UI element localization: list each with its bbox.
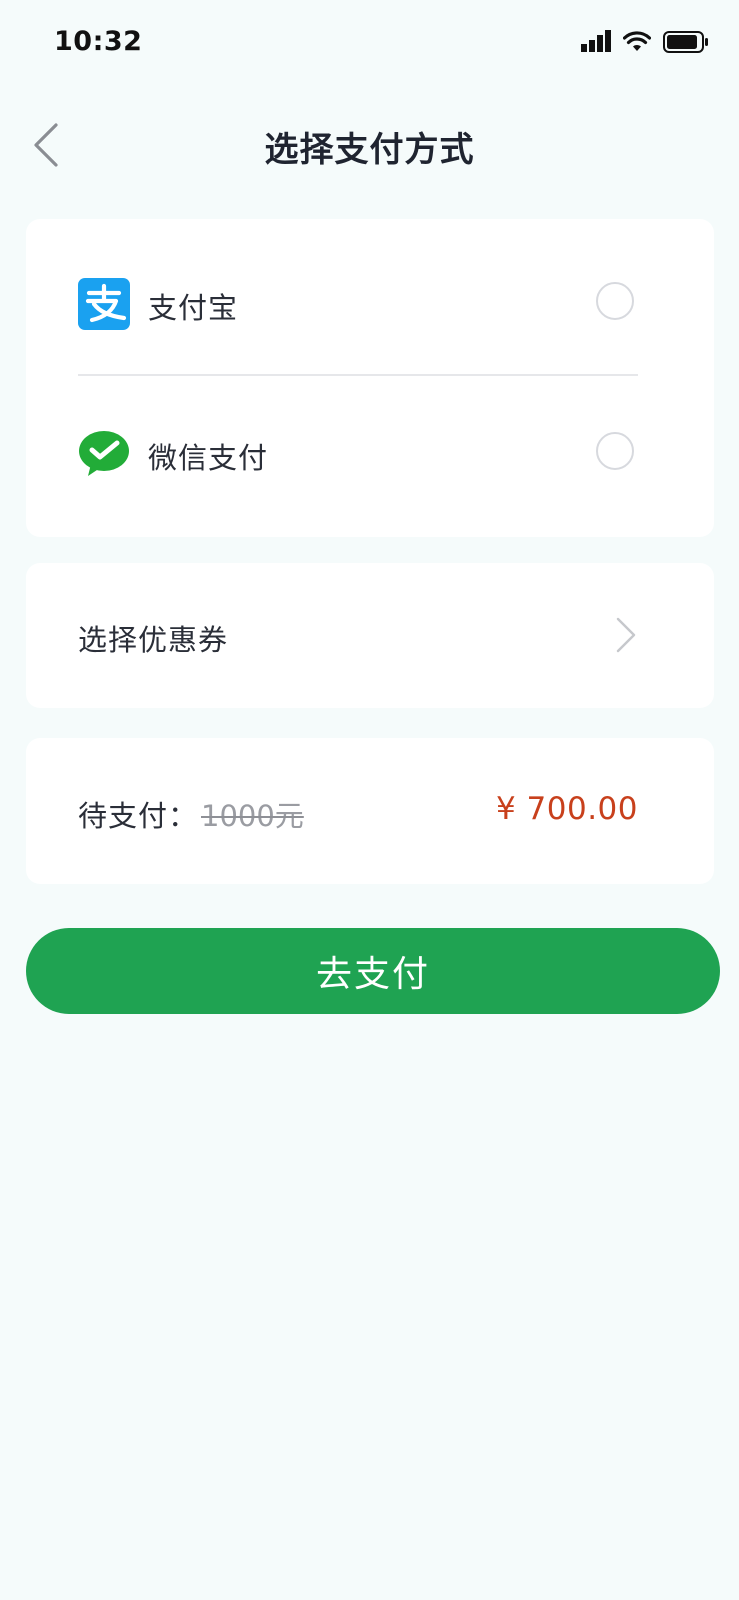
nav-bar: 选择支付方式	[0, 105, 739, 185]
wifi-icon	[623, 31, 651, 51]
payment-option-alipay[interactable]: 支付宝	[26, 253, 714, 353]
cellular-signal-icon	[581, 30, 611, 52]
pay-button[interactable]: 去支付	[26, 928, 720, 1014]
status-bar: 10:32	[0, 0, 739, 90]
payment-option-label: 支付宝	[148, 291, 239, 325]
divider	[78, 374, 638, 376]
wechat-pay-icon	[79, 431, 129, 476]
coupon-row[interactable]: 选择优惠券	[26, 563, 714, 708]
payment-option-wechat[interactable]: 微信支付	[26, 403, 714, 503]
payment-methods-card: 支付宝 微信支付	[26, 219, 714, 537]
final-price: ¥ 700.00	[495, 791, 638, 827]
alipay-radio[interactable]	[596, 282, 634, 320]
pending-payment-label: 待支付：	[78, 799, 199, 833]
status-time: 10:32	[54, 26, 143, 57]
chevron-right-icon	[616, 617, 636, 653]
payment-option-label: 微信支付	[148, 441, 269, 475]
coupon-label: 选择优惠券	[78, 623, 229, 657]
page-title: 选择支付方式	[264, 130, 475, 170]
battery-icon	[663, 31, 708, 53]
total-card: 待支付： 1000元 ¥ 700.00	[26, 738, 714, 884]
original-price: 1000元	[201, 799, 304, 833]
wechat-radio[interactable]	[596, 432, 634, 470]
alipay-icon	[78, 278, 130, 330]
status-icons	[581, 30, 709, 54]
